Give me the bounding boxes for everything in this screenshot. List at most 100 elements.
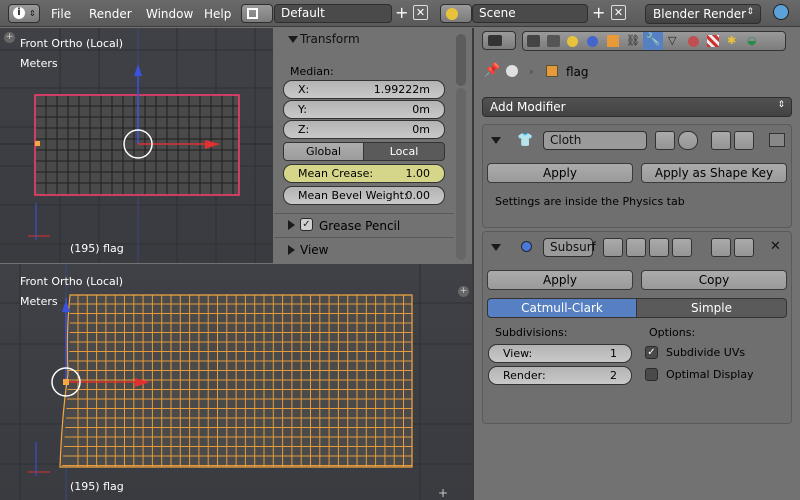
pin-icon[interactable]: 📌	[484, 63, 500, 78]
menu-render[interactable]: Render	[89, 7, 132, 21]
move-down-icon[interactable]	[734, 131, 754, 150]
subdivide-uvs-label: Subdivide UVs	[666, 346, 746, 359]
scene-name-field[interactable]: Scene	[472, 4, 588, 23]
modifiers-tab-icon[interactable]: 🔧	[643, 32, 663, 50]
physics-settings-icon[interactable]	[769, 133, 785, 147]
cloth-apply-button[interactable]: Apply	[487, 163, 633, 183]
move-up-icon[interactable]	[711, 131, 731, 150]
grease-pencil-title: Grease Pencil	[319, 219, 401, 233]
cloth-icon: 👕	[517, 133, 534, 148]
subsurf-apply-button[interactable]: Apply	[487, 270, 633, 290]
move-down-icon[interactable]	[734, 238, 754, 257]
constraints-tab-icon[interactable]: ⛓	[626, 34, 640, 47]
y-label: Y:	[298, 103, 307, 116]
data-tab-icon[interactable]: ▽	[668, 34, 676, 47]
mean-bevel-field[interactable]: Mean Bevel Weight: 0.00	[283, 186, 445, 205]
cloth-info-text: Settings are inside the Physics tab	[495, 195, 685, 208]
viewport-object-label: (195) flag	[70, 242, 124, 255]
menu-window[interactable]: Window	[146, 7, 193, 21]
render-engine-dropdown[interactable]: Blender Render ⇕	[645, 4, 761, 24]
subsurf-copy-button[interactable]: Copy	[641, 270, 787, 290]
expand-arrow-icon	[288, 245, 295, 255]
viewport-toggle-icon[interactable]	[626, 238, 646, 257]
view-levels-field[interactable]: View: 1	[488, 344, 632, 363]
top-header-bar: i ⇕ File Render Window Help Default + ✕ …	[0, 0, 800, 27]
layout-icon	[247, 8, 258, 19]
subdivide-uvs-checkbox[interactable]: ✓	[645, 346, 658, 359]
properties-icon	[488, 35, 502, 46]
close-scene-icon[interactable]: ✕	[611, 5, 626, 20]
world-tab-icon[interactable]	[587, 36, 598, 47]
global-toggle[interactable]: Global	[283, 142, 364, 161]
particles-tab-icon[interactable]: ✱	[727, 34, 736, 47]
transform-panel: Transform Median: X: 1.99222m Y: 0m Z: 0…	[274, 28, 472, 263]
object-icon	[546, 65, 558, 77]
texture-tab-icon[interactable]	[707, 35, 719, 47]
add-modifier-dropdown[interactable]: Add Modifier ⇕	[482, 97, 792, 117]
scene-tab-icon[interactable]	[567, 36, 578, 47]
cage-toggle-icon[interactable]	[672, 238, 692, 257]
catmull-clark-toggle[interactable]: Catmull-Clark	[487, 298, 637, 318]
properties-editor: ⛓ 🔧 ▽ ✱ ◒ 📌 › flag Add Modifier ⇕ 👕 Clot…	[474, 28, 800, 500]
editor-type-button[interactable]: i ⇕	[8, 4, 40, 23]
add-region-icon[interactable]: +	[458, 286, 469, 297]
subsurf-name-field[interactable]: Subsurf	[543, 238, 596, 257]
view-levels-value: 1	[610, 347, 617, 360]
cloth-name-field[interactable]: Cloth	[543, 131, 647, 150]
viewport-object-label: (195) flag	[70, 480, 124, 493]
grease-pencil-header[interactable]: ✓ Grease Pencil	[274, 213, 454, 235]
mean-crease-value: 1.00	[405, 167, 431, 180]
n-panel-scrolltrack[interactable]	[456, 88, 466, 260]
layout-name-field[interactable]: Default	[274, 4, 392, 23]
scene-button[interactable]	[440, 4, 472, 23]
screen-layout-button[interactable]	[241, 4, 273, 23]
x-value: 1.99222m	[373, 83, 430, 96]
subdivisions-label: Subdivisions:	[495, 326, 568, 339]
object-tab-icon[interactable]	[607, 35, 619, 47]
add-region-icon[interactable]: +	[438, 486, 448, 500]
x-field[interactable]: X: 1.99222m	[283, 80, 445, 99]
add-layout-icon[interactable]: +	[395, 4, 408, 22]
editmode-toggle-icon[interactable]	[649, 238, 669, 257]
collapse-arrow-icon[interactable]	[491, 244, 501, 251]
optimal-display-label: Optimal Display	[666, 368, 754, 381]
collapse-arrow-icon	[288, 36, 298, 43]
render-toggle-icon[interactable]	[603, 238, 623, 257]
render-tab-icon[interactable]	[527, 35, 540, 47]
view-levels-label: View:	[503, 347, 533, 360]
viewport-view-label: Front Ortho (Local)	[20, 37, 124, 50]
close-layout-icon[interactable]: ✕	[413, 5, 428, 20]
close-icon[interactable]: ✕	[770, 239, 781, 254]
optimal-display-checkbox[interactable]	[645, 368, 658, 381]
x-label: X:	[298, 83, 310, 96]
add-scene-icon[interactable]: +	[592, 4, 605, 22]
transform-header[interactable]: Transform	[284, 30, 460, 52]
add-region-icon[interactable]: +	[4, 32, 15, 43]
editor-type-button[interactable]	[482, 31, 516, 50]
mean-crease-field[interactable]: Mean Crease: 1.00	[283, 164, 445, 183]
render-layers-tab-icon[interactable]	[547, 35, 560, 47]
local-toggle[interactable]: Local	[363, 142, 445, 161]
viewport-view-label: Front Ortho (Local)	[20, 275, 124, 288]
move-up-icon[interactable]	[711, 238, 731, 257]
render-toggle-icon[interactable]	[655, 131, 675, 150]
cloth-apply-shape-button[interactable]: Apply as Shape Key	[641, 163, 787, 183]
render-levels-field[interactable]: Render: 2	[488, 366, 632, 385]
physics-tab-icon[interactable]: ◒	[747, 34, 757, 47]
view-panel-header[interactable]: View	[274, 237, 454, 259]
n-panel-scrollbar[interactable]	[456, 34, 466, 86]
viewport-bottom-canvas[interactable]	[0, 264, 472, 500]
viewport-top[interactable]: Front Ortho (Local) Meters (195) flag +	[0, 28, 273, 263]
material-tab-icon[interactable]	[688, 36, 699, 47]
menu-file[interactable]: File	[51, 7, 71, 21]
menu-help[interactable]: Help	[204, 7, 231, 21]
view-panel-title: View	[300, 243, 329, 257]
cloth-modifier-panel: 👕 Cloth Apply Apply as Shape Key Setting…	[482, 124, 792, 228]
y-field[interactable]: Y: 0m	[283, 100, 445, 119]
grease-pencil-checkbox[interactable]: ✓	[300, 218, 313, 231]
simple-toggle[interactable]: Simple	[636, 298, 787, 318]
viewport-bottom[interactable]: Front Ortho (Local) Meters (195) flag + …	[0, 264, 472, 500]
z-field[interactable]: Z: 0m	[283, 120, 445, 139]
collapse-arrow-icon[interactable]	[491, 137, 501, 144]
viewport-toggle-icon[interactable]	[678, 131, 698, 150]
